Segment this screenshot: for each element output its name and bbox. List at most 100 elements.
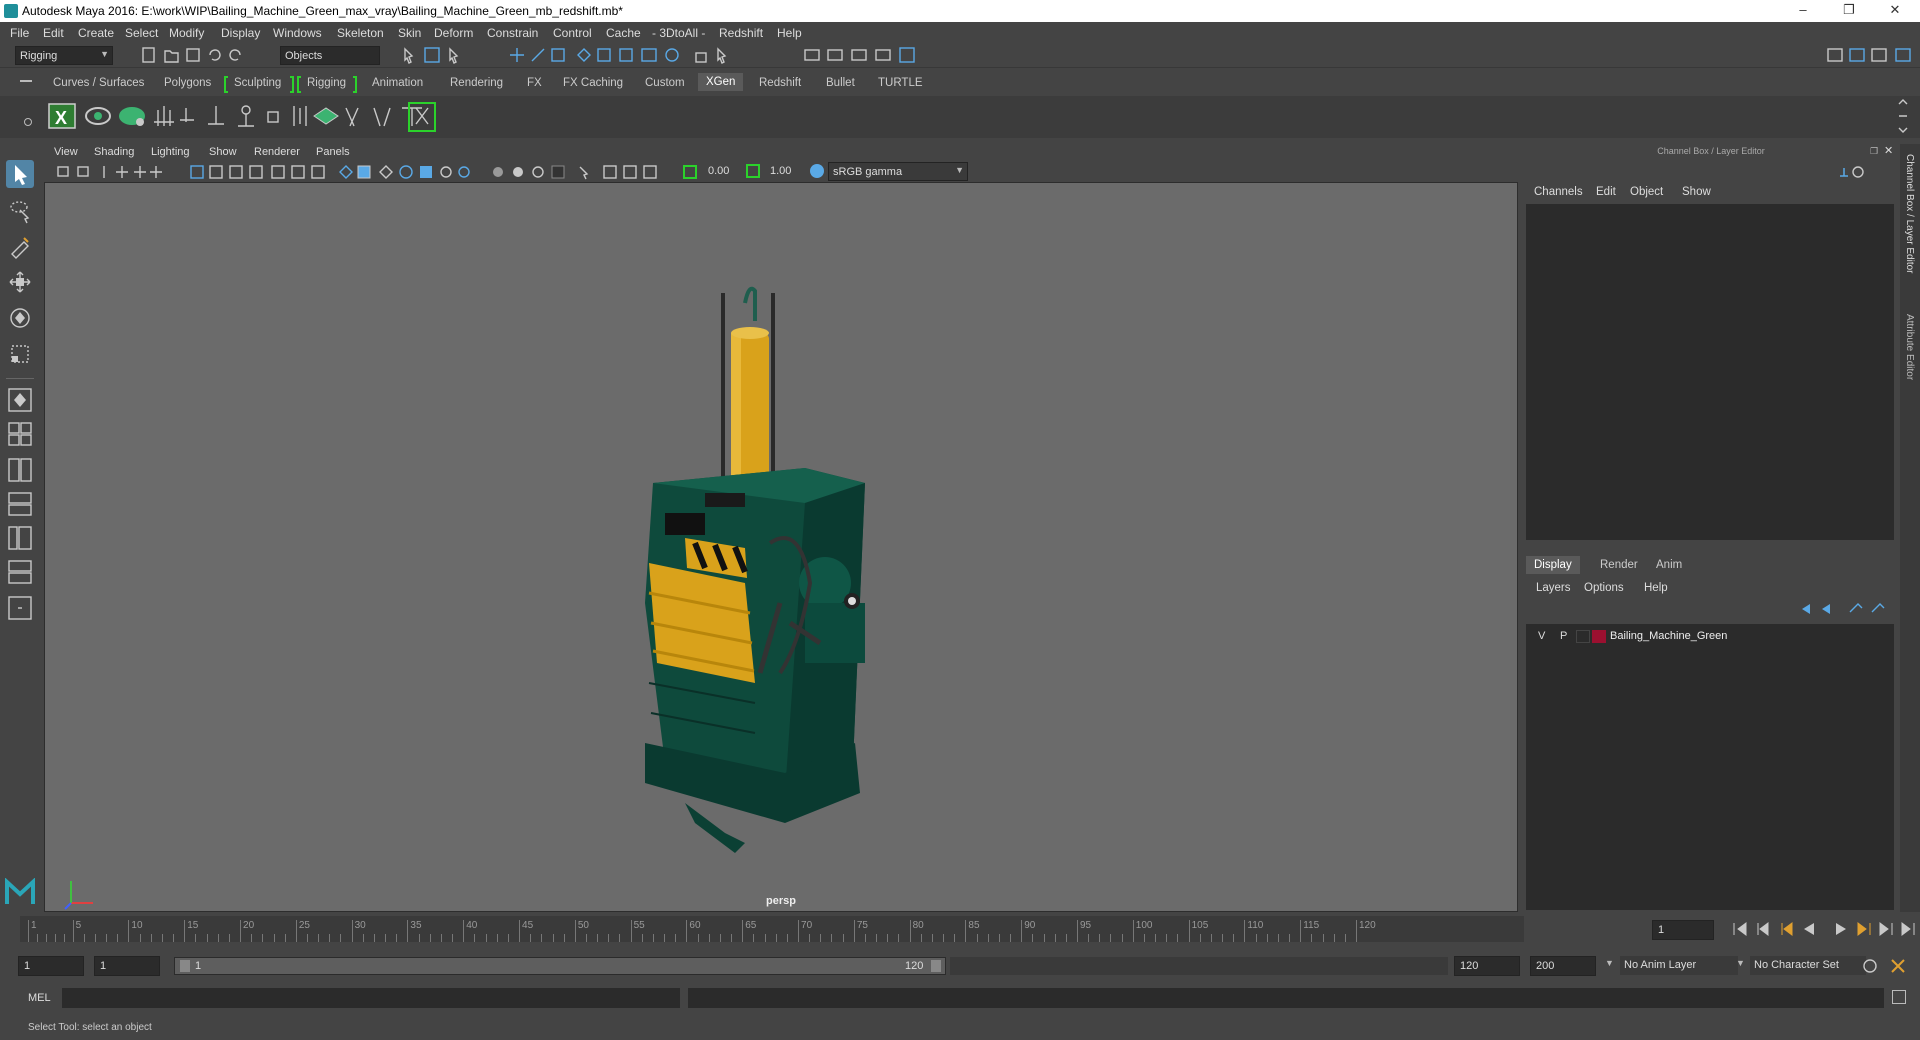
minimize-button[interactable]: – <box>1780 0 1826 22</box>
restore-button[interactable]: ❐ <box>1826 0 1872 22</box>
chevron-down-icon[interactable]: ▼ <box>1736 958 1745 968</box>
menu-cache[interactable]: Cache <box>606 26 641 40</box>
side-tab-channel-box[interactable]: Channel Box / Layer Editor <box>1904 154 1915 274</box>
layout-two-button[interactable] <box>6 456 34 484</box>
shelf-tab-rigging[interactable]: Rigging <box>307 77 346 89</box>
current-frame-field[interactable]: 1 <box>1652 920 1714 940</box>
layer-tab-anim[interactable]: Anim <box>1648 556 1690 574</box>
range-handle-end[interactable] <box>931 960 941 972</box>
shelf-tab-redshift[interactable]: Redshift <box>759 77 801 89</box>
menu-redshift[interactable]: Redshift <box>719 26 763 40</box>
menu-skin[interactable]: Skin <box>398 26 421 40</box>
auto-key-icons[interactable] <box>1860 956 1910 976</box>
float-panel-icon[interactable]: ❐ <box>1870 146 1878 157</box>
move-tool-button[interactable] <box>6 268 34 296</box>
channel-menu-edit[interactable]: Edit <box>1596 186 1616 198</box>
menu-create[interactable]: Create <box>78 26 114 40</box>
workspace-icons[interactable] <box>1820 46 1916 64</box>
range-handle-start[interactable] <box>180 960 190 972</box>
channel-menu-channels[interactable]: Channels <box>1534 186 1583 198</box>
shelf-scroll-icon[interactable] <box>1896 98 1910 134</box>
menu-set-dropdown[interactable]: Rigging ▼ <box>15 46 113 65</box>
shelf-tab-rendering[interactable]: Rendering <box>450 77 503 89</box>
panel-menu-view[interactable]: View <box>54 146 78 158</box>
menu-skeleton[interactable]: Skeleton <box>337 26 384 40</box>
scale-tool-button[interactable] <box>6 340 34 368</box>
shelf-tab-custom[interactable]: Custom <box>645 77 685 89</box>
paint-select-tool-button[interactable] <box>6 232 34 260</box>
toolbox-more-button[interactable] <box>6 594 34 622</box>
shelf-tab-fx[interactable]: FX <box>527 77 542 89</box>
layer-reference-toggle[interactable] <box>1576 630 1590 643</box>
menu-deform[interactable]: Deform <box>434 26 473 40</box>
menu-modify[interactable]: Modify <box>169 26 204 40</box>
shelf-tab-sculpting[interactable]: Sculpting <box>234 77 281 89</box>
menu-3dtoall[interactable]: - 3DtoAll - <box>652 26 705 40</box>
bailing-machine-model[interactable] <box>45 183 1519 913</box>
maya-home-icon[interactable] <box>5 877 35 906</box>
color-management-icon[interactable] <box>810 164 824 178</box>
selection-mask-dropdown[interactable]: Objects <box>280 46 380 65</box>
range-slider[interactable]: 1 120 <box>174 957 946 975</box>
layer-move-icons[interactable] <box>1798 602 1888 616</box>
xgen-shelf-icons[interactable]: X <box>46 100 546 134</box>
viewport-persp[interactable]: persp <box>44 182 1518 912</box>
character-set-dropdown[interactable]: No Character Set <box>1750 956 1866 975</box>
time-slider[interactable]: 1 5 10 15 20 25 30 35 40 45 50 55 60 65 70 75 80 85 90 95 10… <box>20 912 1524 946</box>
menu-display[interactable]: Display <box>221 26 260 40</box>
color-space-dropdown[interactable]: sRGB gamma ▼ <box>828 162 968 181</box>
menu-edit[interactable]: Edit <box>43 26 64 40</box>
file-tools-icons[interactable] <box>140 46 260 64</box>
menu-help[interactable]: Help <box>777 26 802 40</box>
shelf-tab-polygons[interactable]: Polygons <box>164 77 211 89</box>
layer-menu-layers[interactable]: Layers <box>1536 582 1571 594</box>
menu-constrain[interactable]: Constrain <box>487 26 538 40</box>
close-panel-icon[interactable]: ✕ <box>1884 144 1893 157</box>
mel-label[interactable]: MEL <box>28 992 51 1004</box>
anim-layer-dropdown[interactable]: No Anim Layer <box>1620 956 1738 975</box>
layer-row[interactable]: V P Bailing_Machine_Green <box>1530 628 1890 646</box>
start-time-field[interactable]: 1 <box>18 956 84 976</box>
layer-name[interactable]: Bailing_Machine_Green <box>1610 630 1727 642</box>
shelf-tab-turtle[interactable]: TURTLE <box>878 77 923 89</box>
end-time-field[interactable]: 200 <box>1530 956 1596 976</box>
panel-menu-shading[interactable]: Shading <box>94 146 134 158</box>
playback-start-field[interactable]: 1 <box>94 956 160 976</box>
playback-buttons-icons[interactable] <box>1730 920 1920 938</box>
lasso-tool-button[interactable] <box>6 196 34 224</box>
channel-menu-show[interactable]: Show <box>1682 186 1711 198</box>
axis-toggle-icon[interactable] <box>1836 164 1866 180</box>
menu-file[interactable]: File <box>10 26 29 40</box>
rotate-tool-button[interactable] <box>6 304 34 332</box>
layout-four-button[interactable] <box>6 420 34 448</box>
layer-menu-options[interactable]: Options <box>1584 582 1624 594</box>
layout-hypershade-button[interactable] <box>6 558 34 586</box>
layer-tab-render[interactable]: Render <box>1592 556 1646 574</box>
mel-input[interactable] <box>62 988 680 1008</box>
shelf-tab-bullet[interactable]: Bullet <box>826 77 855 89</box>
menu-control[interactable]: Control <box>553 26 592 40</box>
shelf-tab-animation[interactable]: Animation <box>372 77 423 89</box>
shelf-gear-icon[interactable] <box>24 118 32 126</box>
panel-menu-panels[interactable]: Panels <box>316 146 350 158</box>
layer-tab-display[interactable]: Display <box>1526 556 1580 574</box>
chevron-down-icon[interactable]: ▼ <box>1605 958 1614 968</box>
shelf-tab-xgen[interactable]: XGen <box>698 73 744 91</box>
close-window-button[interactable]: ✕ <box>1872 0 1918 22</box>
playback-end-field[interactable]: 120 <box>1454 956 1520 976</box>
snap-tools-icons[interactable] <box>400 46 920 64</box>
gamma-toggle-icon[interactable] <box>746 164 760 178</box>
channel-box-area[interactable] <box>1526 204 1894 540</box>
shelf-menu-icon[interactable] <box>20 80 32 82</box>
time-slider-track[interactable]: 1 5 10 15 20 25 30 35 40 45 50 55 60 65 70 75 80 85 90 95 10… <box>20 916 1524 942</box>
layer-playback-toggle[interactable]: P <box>1560 630 1567 642</box>
gamma-value[interactable]: 1.00 <box>770 165 791 177</box>
panel-menu-renderer[interactable]: Renderer <box>254 146 300 158</box>
menu-windows[interactable]: Windows <box>273 26 322 40</box>
shelf-tab-curves[interactable]: Curves / Surfaces <box>53 77 144 89</box>
panel-menu-lighting[interactable]: Lighting <box>151 146 190 158</box>
menu-select[interactable]: Select <box>125 26 158 40</box>
layout-outliner-button[interactable] <box>6 524 34 552</box>
panel-menu-show[interactable]: Show <box>209 146 237 158</box>
side-tab-attribute-editor[interactable]: Attribute Editor <box>1904 314 1915 380</box>
